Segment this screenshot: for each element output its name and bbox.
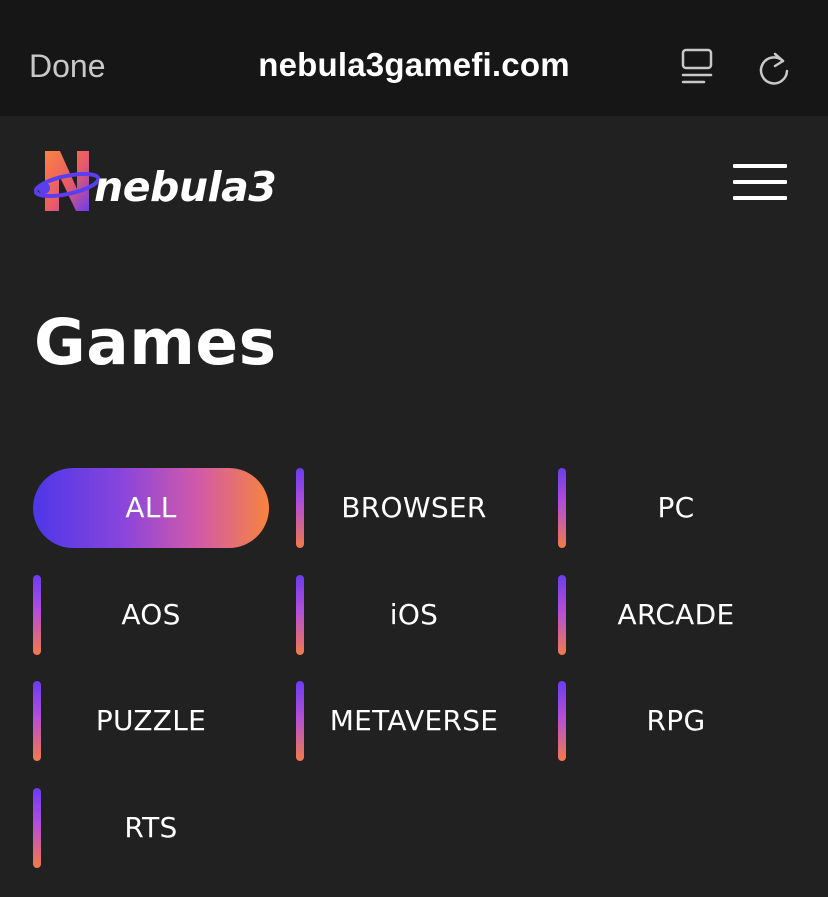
filter-label: BROWSER — [341, 491, 487, 524]
reload-icon[interactable] — [756, 47, 792, 87]
hamburger-menu-icon[interactable] — [733, 164, 787, 202]
filter-label: PC — [657, 491, 695, 524]
filter-label: METAVERSE — [329, 704, 499, 737]
filter-pc-button[interactable]: PC — [558, 468, 794, 548]
filter-label: ALL — [125, 491, 177, 524]
site-header: nebula3 — [0, 116, 828, 266]
site-logo[interactable]: nebula3 — [34, 149, 277, 215]
filter-aos-button[interactable]: AOS — [33, 575, 269, 655]
filter-all-button[interactable]: ALL — [33, 468, 269, 548]
filter-label: ARCADE — [617, 598, 735, 631]
filter-browser-button[interactable]: BROWSER — [296, 468, 532, 548]
filter-label: PUZZLE — [95, 704, 207, 737]
filter-label: iOS — [389, 598, 439, 631]
filter-rts-button[interactable]: RTS — [33, 788, 269, 868]
filter-puzzle-button[interactable]: PUZZLE — [33, 681, 269, 761]
filter-rpg-button[interactable]: RPG — [558, 681, 794, 761]
filter-ios-button[interactable]: iOS — [296, 575, 532, 655]
reader-mode-icon[interactable] — [680, 47, 714, 87]
filter-label: RPG — [646, 704, 706, 737]
filter-metaverse-button[interactable]: METAVERSE — [296, 681, 532, 761]
filter-label: AOS — [121, 598, 181, 631]
page-title: Games — [34, 306, 277, 379]
logo-wordmark: nebula3 — [94, 163, 277, 211]
filter-arcade-button[interactable]: ARCADE — [558, 575, 794, 655]
filter-label: RTS — [124, 811, 178, 844]
browser-toolbar: Done nebula3gamefi.com — [0, 0, 828, 116]
